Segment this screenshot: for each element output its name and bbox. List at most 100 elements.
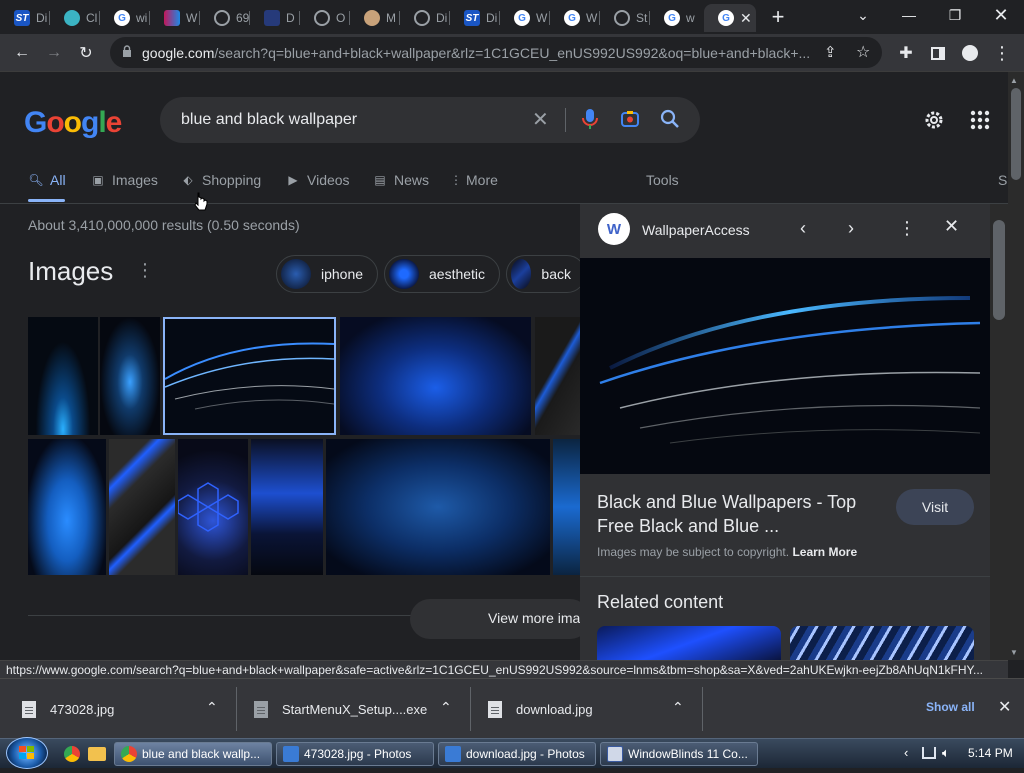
- image-result[interactable]: [28, 317, 98, 435]
- more-options-icon[interactable]: ⋮: [136, 260, 154, 281]
- show-all-downloads-button[interactable]: Show all: [926, 700, 975, 714]
- view-more-images-button[interactable]: View more ima: [410, 599, 590, 639]
- visit-button[interactable]: Visit: [896, 489, 974, 525]
- tab-close-icon[interactable]: ✕: [740, 10, 752, 27]
- close-downloads-icon[interactable]: ✕: [998, 697, 1011, 717]
- clock[interactable]: 5:14 PM: [968, 746, 1013, 760]
- browser-tab[interactable]: O: [300, 4, 350, 32]
- browser-tab[interactable]: St: [600, 4, 650, 32]
- source-name[interactable]: WallpaperAccess: [642, 222, 750, 238]
- image-result[interactable]: [326, 439, 550, 575]
- restore-icon[interactable]: ❐: [932, 0, 978, 30]
- bookmark-star-icon[interactable]: ☆: [856, 42, 870, 62]
- browser-tab[interactable]: 69: [200, 4, 250, 32]
- taskbar-item-photos[interactable]: 473028.jpg - Photos: [276, 742, 434, 766]
- image-result[interactable]: [535, 317, 585, 435]
- preview-title[interactable]: Black and Blue Wallpapers - Top Free Bla…: [597, 490, 856, 538]
- image-result-selected[interactable]: [163, 317, 336, 435]
- chrome-taskbar-icon[interactable]: [64, 746, 80, 762]
- chip-iphone[interactable]: iphone: [276, 255, 379, 293]
- image-result[interactable]: [251, 439, 323, 575]
- tab-more[interactable]: ⋮ More: [450, 172, 498, 188]
- settings-gear-icon[interactable]: [922, 108, 946, 137]
- share-icon[interactable]: ⇪: [824, 43, 837, 61]
- clear-search-icon[interactable]: ✕: [532, 107, 549, 132]
- scroll-down-icon[interactable]: ▼: [1010, 648, 1018, 657]
- tools-button[interactable]: Tools: [646, 172, 679, 188]
- taskbar-item-photos[interactable]: download.jpg - Photos: [438, 742, 596, 766]
- tab-images[interactable]: ▣ Images: [90, 172, 158, 188]
- browser-tab[interactable]: ST Di: [0, 4, 50, 32]
- network-icon[interactable]: [922, 747, 936, 759]
- start-button[interactable]: [6, 737, 48, 769]
- google-logo[interactable]: Google: [24, 106, 122, 140]
- image-result[interactable]: [28, 439, 106, 575]
- more-options-icon[interactable]: ⋮: [898, 218, 916, 239]
- tray-chevron-icon[interactable]: ‹: [904, 745, 908, 760]
- reload-icon[interactable]: ↻: [72, 40, 100, 66]
- browser-tab-active[interactable]: G ✕: [704, 4, 756, 32]
- browser-tab[interactable]: GW: [550, 4, 600, 32]
- browser-tab[interactable]: W: [150, 4, 200, 32]
- image-result[interactable]: [178, 439, 248, 575]
- browser-tab[interactable]: Di: [400, 4, 450, 32]
- minimize-icon[interactable]: —: [886, 0, 932, 30]
- tab-search-chevron-icon[interactable]: ⌄: [840, 0, 886, 30]
- volume-icon[interactable]: 🔈︎: [942, 745, 950, 761]
- folder-taskbar-icon[interactable]: [88, 747, 106, 761]
- browser-tab[interactable]: Cl: [50, 4, 100, 32]
- forward-icon[interactable]: →: [40, 40, 68, 66]
- next-image-chevron-icon[interactable]: ›: [848, 218, 854, 239]
- related-content-heading: Related content: [597, 592, 724, 612]
- browser-tab[interactable]: D: [250, 4, 300, 32]
- google-apps-grid-icon[interactable]: [970, 110, 990, 135]
- chip-aesthetic[interactable]: aesthetic: [384, 255, 501, 293]
- back-icon[interactable]: ←: [8, 40, 36, 66]
- image-result[interactable]: [109, 439, 175, 575]
- chip-back[interactable]: back: [506, 255, 586, 293]
- extensions-puzzle-icon[interactable]: ✚: [892, 40, 920, 66]
- scroll-up-icon[interactable]: ▲: [1010, 76, 1018, 85]
- browser-tab[interactable]: M: [350, 4, 400, 32]
- image-result[interactable]: [340, 317, 531, 435]
- tab-news[interactable]: ▤ News: [372, 172, 429, 188]
- safesearch-partial[interactable]: S: [998, 172, 1007, 188]
- download-item[interactable]: 473028.jpg ⌃: [22, 679, 222, 739]
- address-bar[interactable]: google.com/search?q=blue+and+black+wallp…: [110, 37, 882, 68]
- preview-image[interactable]: [580, 258, 990, 474]
- tab-all[interactable]: 🔍︎ All: [28, 172, 65, 188]
- chevron-up-icon[interactable]: ⌃: [440, 699, 452, 716]
- taskbar-item-chrome[interactable]: blue and black wallp...: [114, 742, 272, 766]
- image-result[interactable]: [100, 317, 160, 435]
- panel-scroll-thumb[interactable]: [993, 220, 1005, 320]
- related-image[interactable]: [597, 626, 781, 660]
- browser-tab[interactable]: GW: [500, 4, 550, 32]
- previous-image-chevron-icon[interactable]: ‹: [800, 218, 806, 239]
- page-scrollbar[interactable]: ▲ ▼: [1008, 72, 1024, 660]
- side-panel-icon[interactable]: [924, 40, 952, 66]
- taskbar-item-windowblinds[interactable]: WindowBlinds 11 Co...: [600, 742, 758, 766]
- search-box[interactable]: blue and black wallpaper ✕: [160, 97, 700, 143]
- tab-videos[interactable]: ▶ Videos: [285, 172, 349, 188]
- chevron-up-icon[interactable]: ⌃: [206, 699, 218, 716]
- page-scroll-thumb[interactable]: [1011, 88, 1021, 180]
- voice-search-mic-icon[interactable]: [582, 108, 598, 135]
- browser-tab[interactable]: Gwi: [100, 4, 150, 32]
- search-magnifier-icon[interactable]: [660, 109, 680, 134]
- tab-shopping[interactable]: ⬖ Shopping: [180, 172, 261, 188]
- close-window-icon[interactable]: ✕: [978, 0, 1024, 30]
- close-panel-icon[interactable]: ✕: [944, 216, 959, 237]
- browser-tab[interactable]: ST Di: [450, 4, 500, 32]
- learn-more-link[interactable]: Learn More: [792, 545, 857, 559]
- download-item[interactable]: download.jpg ⌃: [488, 679, 688, 739]
- browser-menu-icon[interactable]: ⋮: [988, 40, 1016, 66]
- lens-camera-icon[interactable]: [620, 109, 640, 134]
- chevron-up-icon[interactable]: ⌃: [672, 699, 684, 716]
- search-input[interactable]: blue and black wallpaper: [181, 111, 357, 129]
- related-image[interactable]: [790, 626, 974, 660]
- download-item[interactable]: StartMenuX_Setup....exe ⌃: [254, 679, 454, 739]
- profile-avatar-icon[interactable]: [956, 40, 984, 66]
- browser-tab[interactable]: Gw: [650, 4, 704, 32]
- panel-scrollbar[interactable]: [990, 204, 1008, 660]
- new-tab-icon[interactable]: +: [764, 4, 792, 30]
